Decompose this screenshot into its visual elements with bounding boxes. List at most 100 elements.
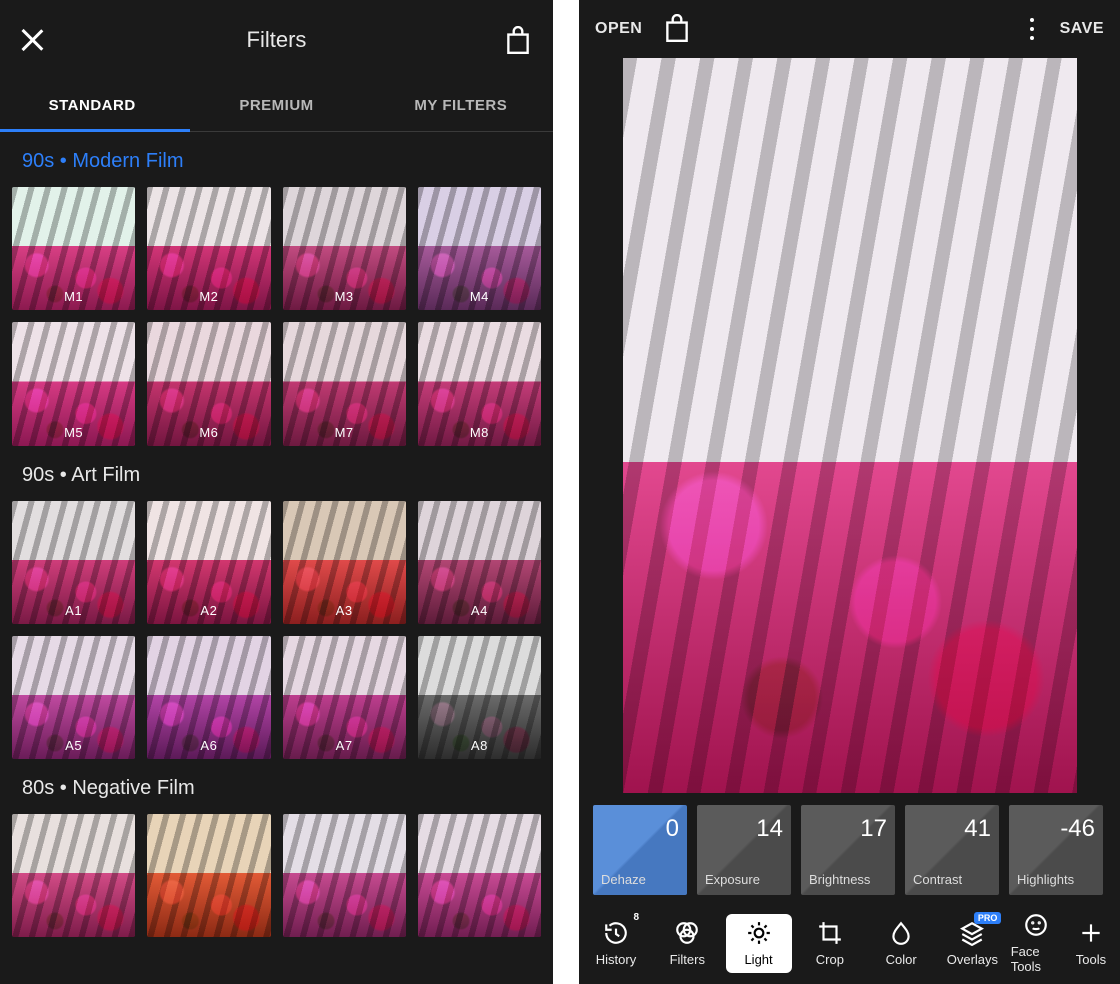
adjust-value: 17 bbox=[809, 813, 887, 843]
history-count: 8 bbox=[633, 912, 639, 923]
tool-label: Tools bbox=[1076, 952, 1106, 967]
adjust-dehaze[interactable]: 0 Dehaze bbox=[593, 805, 687, 895]
history-icon bbox=[603, 920, 629, 946]
filter-thumb-a4[interactable]: A4 bbox=[418, 501, 541, 624]
tab-standard[interactable]: STANDARD bbox=[0, 80, 184, 131]
filter-thumb-grid: M1 M2 M3 M4 M5 M6 M7 M8 bbox=[8, 187, 545, 446]
editor-header: OPEN SAVE bbox=[579, 0, 1120, 58]
filter-thumb-a5[interactable]: A5 bbox=[12, 636, 135, 759]
shopping-bag-icon[interactable] bbox=[664, 14, 690, 44]
filter-thumb-m5[interactable]: M5 bbox=[12, 322, 135, 445]
adjust-exposure[interactable]: 14 Exposure bbox=[697, 805, 791, 895]
filters-title: Filters bbox=[247, 27, 307, 53]
thumb-label: A8 bbox=[418, 738, 541, 753]
tool-filters[interactable]: Filters bbox=[654, 914, 720, 973]
open-button[interactable]: OPEN bbox=[595, 20, 642, 38]
tool-tools[interactable]: Tools bbox=[1066, 914, 1116, 973]
filter-thumb[interactable] bbox=[147, 814, 270, 937]
filter-thumb-m8[interactable]: M8 bbox=[418, 322, 541, 445]
thumb-label: M8 bbox=[418, 425, 541, 440]
adjust-label: Contrast bbox=[913, 872, 991, 895]
filter-thumb-grid: A1 A2 A3 A4 A5 A6 A7 A8 bbox=[8, 501, 545, 760]
editor-toolbar: 8 History Filters Light Crop Color PRO Overlays… bbox=[579, 902, 1120, 984]
filter-thumb-m3[interactable]: M3 bbox=[283, 187, 406, 310]
thumb-label: M2 bbox=[147, 289, 270, 304]
thumb-label: M5 bbox=[12, 425, 135, 440]
filter-thumb[interactable] bbox=[12, 814, 135, 937]
more-menu-icon[interactable] bbox=[1026, 14, 1038, 44]
filter-thumb-m2[interactable]: M2 bbox=[147, 187, 270, 310]
filters-screen: Filters STANDARDPREMIUMMY FILTERS 90s • … bbox=[0, 0, 553, 984]
thumb-label: M3 bbox=[283, 289, 406, 304]
tool-light[interactable]: Light bbox=[726, 914, 792, 973]
pro-badge: PRO bbox=[974, 912, 1002, 924]
shopping-bag-icon bbox=[505, 26, 531, 56]
filters-icon bbox=[674, 920, 700, 946]
filter-thumb-m4[interactable]: M4 bbox=[418, 187, 541, 310]
thumb-label: M6 bbox=[147, 425, 270, 440]
tool-label: Face Tools bbox=[1011, 944, 1061, 974]
filter-section-title[interactable]: 90s • Art Film bbox=[8, 446, 545, 501]
thumb-label: A4 bbox=[418, 603, 541, 618]
adjust-value: 14 bbox=[705, 813, 783, 843]
thumb-label: A3 bbox=[283, 603, 406, 618]
editor-screen: OPEN SAVE 0 Dehaze 14 Exposure 17 Brightness 4… bbox=[579, 0, 1120, 984]
color-icon bbox=[888, 920, 914, 946]
tool-history[interactable]: 8 History bbox=[583, 914, 649, 973]
tool-face-tools[interactable]: Face Tools bbox=[1011, 906, 1061, 980]
filter-section-title[interactable]: 80s • Negative Film bbox=[8, 759, 545, 814]
filter-section-title[interactable]: 90s • Modern Film bbox=[8, 132, 545, 187]
thumb-label: A5 bbox=[12, 738, 135, 753]
tool-crop[interactable]: Crop bbox=[797, 914, 863, 973]
filter-thumb-a8[interactable]: A8 bbox=[418, 636, 541, 759]
light-adjustments-row[interactable]: 0Dehaze14Exposure17Brightness41Contrast-… bbox=[579, 793, 1120, 895]
thumb-preview bbox=[283, 814, 406, 937]
thumb-label: A7 bbox=[283, 738, 406, 753]
thumb-label: A1 bbox=[12, 603, 135, 618]
face-icon bbox=[1023, 912, 1049, 938]
tool-overlays[interactable]: PRO Overlays bbox=[939, 914, 1005, 973]
filter-thumb-a2[interactable]: A2 bbox=[147, 501, 270, 624]
adjust-value: 41 bbox=[913, 813, 991, 843]
thumb-label: M4 bbox=[418, 289, 541, 304]
tool-label: History bbox=[596, 952, 636, 967]
adjust-label: Exposure bbox=[705, 872, 783, 895]
tool-label: Light bbox=[744, 952, 772, 967]
plus-icon bbox=[1078, 920, 1104, 946]
tab-my-filters[interactable]: MY FILTERS bbox=[369, 80, 553, 131]
filter-thumb-m7[interactable]: M7 bbox=[283, 322, 406, 445]
filter-thumb[interactable] bbox=[283, 814, 406, 937]
adjust-highlights[interactable]: -46Highlights bbox=[1009, 805, 1103, 895]
filter-thumb-a3[interactable]: A3 bbox=[283, 501, 406, 624]
adjust-contrast[interactable]: 41 Contrast bbox=[905, 805, 999, 895]
filter-thumb-a1[interactable]: A1 bbox=[12, 501, 135, 624]
filters-list[interactable]: 90s • Modern Film M1 M2 M3 M4 M5 M6 M7 M8 90s • A… bbox=[0, 132, 553, 984]
filter-thumb-a7[interactable]: A7 bbox=[283, 636, 406, 759]
thumb-label: A6 bbox=[147, 738, 270, 753]
adjust-label: Brightness bbox=[809, 872, 887, 895]
adjust-label: Dehaze bbox=[601, 872, 679, 895]
tab-premium[interactable]: PREMIUM bbox=[184, 80, 368, 131]
photo-preview[interactable] bbox=[623, 58, 1077, 793]
store-button[interactable] bbox=[505, 26, 531, 56]
save-button[interactable]: SAVE bbox=[1060, 20, 1104, 38]
filter-thumb[interactable] bbox=[418, 814, 541, 937]
filter-thumb-m6[interactable]: M6 bbox=[147, 322, 270, 445]
adjust-value: 0 bbox=[601, 813, 679, 843]
adjust-value: -46 bbox=[1017, 813, 1095, 843]
filter-thumb-a6[interactable]: A6 bbox=[147, 636, 270, 759]
photo-content bbox=[623, 58, 1077, 793]
filter-category-tabs: STANDARDPREMIUMMY FILTERS bbox=[0, 80, 553, 132]
tool-label: Overlays bbox=[947, 952, 998, 967]
filter-thumb-m1[interactable]: M1 bbox=[12, 187, 135, 310]
tool-label: Crop bbox=[816, 952, 844, 967]
thumb-label: M1 bbox=[12, 289, 135, 304]
thumb-preview bbox=[418, 814, 541, 937]
tool-color[interactable]: Color bbox=[868, 914, 934, 973]
filters-header: Filters bbox=[0, 0, 553, 80]
thumb-label: A2 bbox=[147, 603, 270, 618]
adjust-brightness[interactable]: 17 Brightness bbox=[801, 805, 895, 895]
close-icon[interactable] bbox=[18, 26, 46, 54]
tool-label: Color bbox=[886, 952, 917, 967]
thumb-label: M7 bbox=[283, 425, 406, 440]
